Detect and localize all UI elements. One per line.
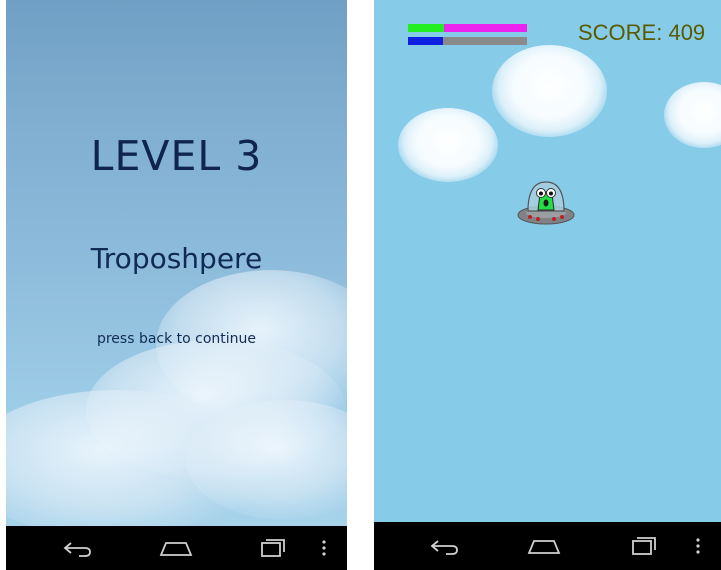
android-nav-bar [374, 522, 721, 570]
continue-hint: press back to continue [96, 331, 257, 347]
menu-icon[interactable] [314, 535, 334, 561]
level-name: Troposhpere [90, 242, 263, 275]
score-display: SCORE: 409 [578, 20, 706, 45]
home-icon[interactable] [159, 535, 193, 561]
level-intro-screen: LEVEL 3 Troposhpere press back to contin… [6, 0, 347, 570]
menu-icon[interactable] [688, 533, 708, 559]
cloud [664, 82, 721, 148]
sky-background [374, 0, 721, 522]
back-icon[interactable] [61, 535, 95, 561]
cloud [492, 45, 607, 137]
recent-apps-icon[interactable] [256, 535, 290, 561]
health-bar-fill [408, 24, 444, 32]
gameplay-screen: SCORE: 409 [374, 0, 721, 570]
back-icon[interactable] [428, 533, 462, 559]
level-title: LEVEL 3 [90, 132, 263, 180]
energy-bar [408, 37, 527, 45]
cloud [398, 108, 498, 182]
ufo-alien-player[interactable] [516, 176, 576, 228]
recent-apps-icon[interactable] [627, 533, 661, 559]
home-icon[interactable] [527, 533, 561, 559]
health-bar [408, 24, 527, 32]
energy-bar-fill [408, 37, 443, 45]
android-nav-bar [6, 526, 347, 570]
